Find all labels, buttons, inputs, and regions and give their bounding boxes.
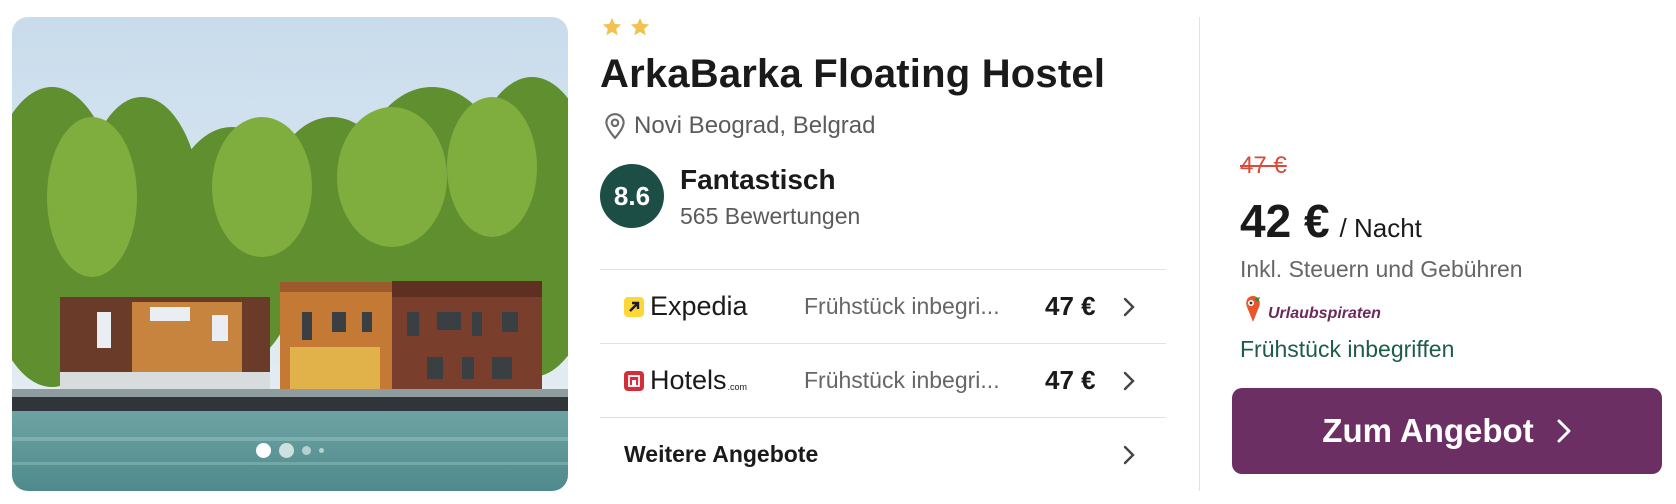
partner-provider: Urlaubspiraten	[1242, 294, 1381, 324]
star-icon	[630, 17, 650, 36]
offer-row-hotels[interactable]: Hotels .com Frühstück inbegri... 47 €	[600, 343, 1166, 417]
hostel-photo-image	[12, 17, 568, 491]
map-pin-icon	[605, 113, 625, 140]
pirate-logo-icon	[1246, 296, 1260, 322]
star-icon	[602, 17, 622, 36]
offer-price: 47 €	[1045, 291, 1096, 321]
old-price: 47 €	[1240, 152, 1287, 179]
chevron-right-icon	[1123, 297, 1135, 316]
price-unit: / Nacht	[1339, 213, 1422, 243]
provider-name: Hotels	[650, 365, 727, 395]
price-line: 42 € / Nacht	[1240, 194, 1422, 248]
offer-row-expedia[interactable]: Expedia Frühstück inbegri... 47 €	[600, 269, 1166, 343]
chevron-right-icon	[1123, 371, 1135, 390]
provider-suffix: .com	[727, 382, 748, 392]
gallery-dot-4[interactable]	[319, 448, 324, 453]
offer-description: Frühstück inbegri...	[804, 367, 1000, 393]
gallery-dot-3[interactable]	[302, 446, 311, 455]
hotel-location[interactable]: Novi Beograd, Belgrad	[602, 112, 875, 140]
more-offers-row[interactable]: Weitere Angebote	[600, 417, 1166, 491]
provider-name: Expedia	[650, 291, 748, 321]
expedia-logo-icon	[624, 296, 644, 317]
hotels-logo-icon	[624, 370, 644, 391]
hotel-location-text: Novi Beograd, Belgrad	[634, 112, 876, 139]
offer-description: Frühstück inbegri...	[804, 293, 1000, 319]
hotel-photo[interactable]	[12, 17, 568, 491]
view-offer-label: Zum Angebot	[1322, 412, 1534, 449]
offer-perk: Frühstück inbegriffen	[1240, 336, 1455, 362]
chevron-right-icon	[1123, 445, 1135, 464]
gallery-dot-2[interactable]	[279, 443, 294, 458]
offers-list: Expedia Frühstück inbegri... 47 € Hotels…	[600, 269, 1166, 491]
column-divider	[1199, 17, 1200, 491]
gallery-pagination[interactable]	[12, 443, 568, 458]
partner-name: Urlaubspiraten	[1268, 305, 1381, 322]
chevron-right-icon	[1557, 419, 1571, 443]
more-offers-label: Weitere Angebote	[624, 441, 819, 467]
rating-score-badge: 8.6	[600, 164, 664, 228]
current-price: 42 €	[1240, 195, 1330, 247]
review-count[interactable]: 565 Bewertungen	[680, 203, 860, 230]
tax-note: Inkl. Steuern und Gebühren	[1240, 256, 1523, 282]
hotel-star-rating	[601, 16, 651, 38]
provider-hotels: Hotels .com	[624, 365, 747, 396]
provider-expedia: Expedia	[624, 291, 748, 322]
view-offer-button[interactable]: Zum Angebot	[1232, 388, 1662, 474]
offer-price: 47 €	[1045, 365, 1096, 395]
hotel-name[interactable]: ArkaBarka Floating Hostel	[600, 52, 1105, 97]
gallery-dot-1[interactable]	[256, 443, 271, 458]
rating-label: Fantastisch	[680, 164, 836, 195]
